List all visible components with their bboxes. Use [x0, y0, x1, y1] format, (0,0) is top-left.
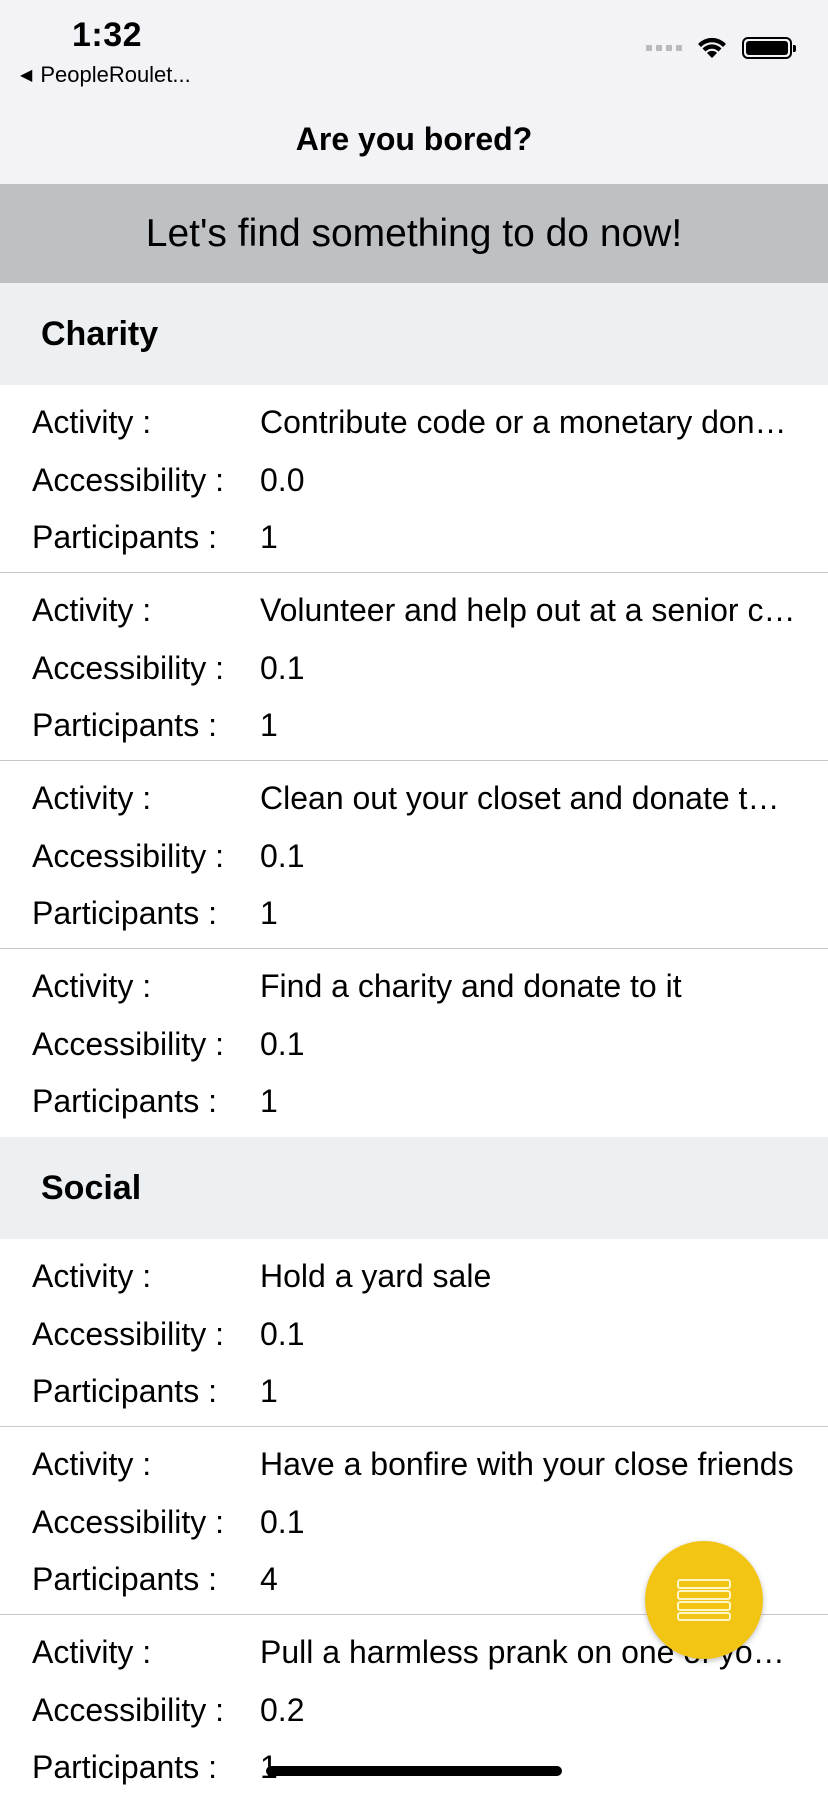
participants-label: Participants :: [32, 1561, 217, 1598]
accessibility-value: 0.1: [260, 1315, 305, 1352]
list-item[interactable]: Activity : Clean out your closet and don…: [0, 761, 828, 949]
accessibility-value: 0.2: [260, 1691, 305, 1728]
activity-label: Activity :: [32, 780, 152, 817]
accessibility-label: Accessibility :: [32, 1691, 225, 1728]
accessibility-label: Accessibility :: [32, 1315, 225, 1352]
section-header-charity: Charity: [0, 283, 828, 385]
participants-value: 1: [260, 1373, 278, 1410]
participants-label: Participants :: [32, 1749, 217, 1786]
accessibility-value: 0.1: [260, 1503, 305, 1540]
activity-field: Activity : Contribute code or a monetary…: [0, 394, 828, 452]
back-to-app-label: PeopleRoulet...: [40, 62, 191, 87]
list-item[interactable]: Activity : Hold a yard sale Accessibilit…: [0, 1239, 828, 1427]
activity-value: Find a charity and donate to it: [260, 968, 682, 1005]
battery-icon: [742, 37, 796, 59]
participants-field: Participants : 1: [0, 1073, 828, 1131]
status-bar: 1:32 ◀ PeopleRoulet...: [0, 0, 828, 95]
banner-text: Let's find something to do now!: [145, 211, 683, 255]
activity-field: Activity : Find a charity and donate to …: [0, 958, 828, 1016]
activity-field: Activity : Clean out your closet and don…: [0, 770, 828, 828]
accessibility-field: Accessibility : 0.1: [0, 828, 828, 886]
accessibility-field: Accessibility : 0.1: [0, 1306, 828, 1364]
participants-label: Participants :: [32, 1083, 217, 1120]
activity-label: Activity :: [32, 404, 152, 441]
activity-value: Have a bonfire with your close friends: [260, 1446, 794, 1483]
nav-bar: Are you bored?: [0, 95, 828, 185]
participants-value: 1: [260, 895, 278, 932]
status-icons: [646, 36, 796, 60]
accessibility-field: Accessibility : 0.0: [0, 452, 828, 510]
activity-value: Volunteer and help out at a senior citiz…: [260, 592, 828, 629]
accessibility-value: 0.0: [260, 461, 305, 498]
activity-field: Activity : Have a bonfire with your clos…: [0, 1436, 828, 1494]
accessibility-label: Accessibility :: [32, 461, 225, 498]
accessibility-value: 0.1: [260, 649, 305, 686]
participants-field: Participants : 1: [0, 697, 828, 755]
participants-value: 1: [260, 519, 278, 556]
activity-value: Contribute code or a monetary donation t…: [260, 404, 828, 441]
accessibility-label: Accessibility :: [32, 649, 225, 686]
back-to-app-button[interactable]: ◀ PeopleRoulet...: [20, 62, 191, 88]
section-header-social: Social: [0, 1137, 828, 1239]
accessibility-value: 0.1: [260, 1025, 305, 1062]
accessibility-value: 0.1: [260, 837, 305, 874]
accessibility-label: Accessibility :: [32, 1025, 225, 1062]
accessibility-field: Accessibility : 0.1: [0, 640, 828, 698]
list-item[interactable]: Activity : Volunteer and help out at a s…: [0, 573, 828, 761]
home-indicator[interactable]: [266, 1766, 562, 1776]
accessibility-label: Accessibility :: [32, 837, 225, 874]
page-title: Are you bored?: [295, 121, 533, 157]
activity-label: Activity :: [32, 1446, 152, 1483]
list-item[interactable]: Activity : Contribute code or a monetary…: [0, 385, 828, 573]
cellular-signal-icon: [646, 45, 682, 51]
participants-field: Participants : 1: [0, 1363, 828, 1421]
accessibility-field: Accessibility : 0.2: [0, 1682, 828, 1740]
list-item[interactable]: Activity : Find a charity and donate to …: [0, 949, 828, 1137]
participants-label: Participants :: [32, 895, 217, 932]
back-arrow-icon: ◀: [20, 67, 33, 84]
section-title: Charity: [41, 314, 159, 353]
participants-label: Participants :: [32, 707, 217, 744]
activity-label: Activity :: [32, 1258, 152, 1295]
activity-field: Activity : Hold a yard sale: [0, 1248, 828, 1306]
activity-label: Activity :: [32, 968, 152, 1005]
participants-value: 1: [260, 707, 278, 744]
status-time: 1:32: [72, 16, 143, 54]
banner: Let's find something to do now!: [0, 184, 828, 283]
menu-icon: [677, 1579, 731, 1621]
menu-fab-button[interactable]: [645, 1541, 763, 1659]
activity-value: Clean out your closet and donate the clo…: [260, 780, 828, 817]
activity-label: Activity :: [32, 592, 152, 629]
participants-field: Participants : 1: [0, 885, 828, 943]
section-title: Social: [41, 1168, 142, 1207]
wifi-icon: [698, 37, 726, 58]
participants-label: Participants :: [32, 519, 217, 556]
participants-field: Participants : 1: [0, 509, 828, 567]
accessibility-field: Accessibility : 0.1: [0, 1016, 828, 1074]
participants-label: Participants :: [32, 1373, 217, 1410]
activity-value: Hold a yard sale: [260, 1258, 492, 1295]
participants-value: 1: [260, 1083, 278, 1120]
accessibility-label: Accessibility :: [32, 1503, 225, 1540]
activity-field: Activity : Volunteer and help out at a s…: [0, 582, 828, 640]
activity-label: Activity :: [32, 1634, 152, 1671]
